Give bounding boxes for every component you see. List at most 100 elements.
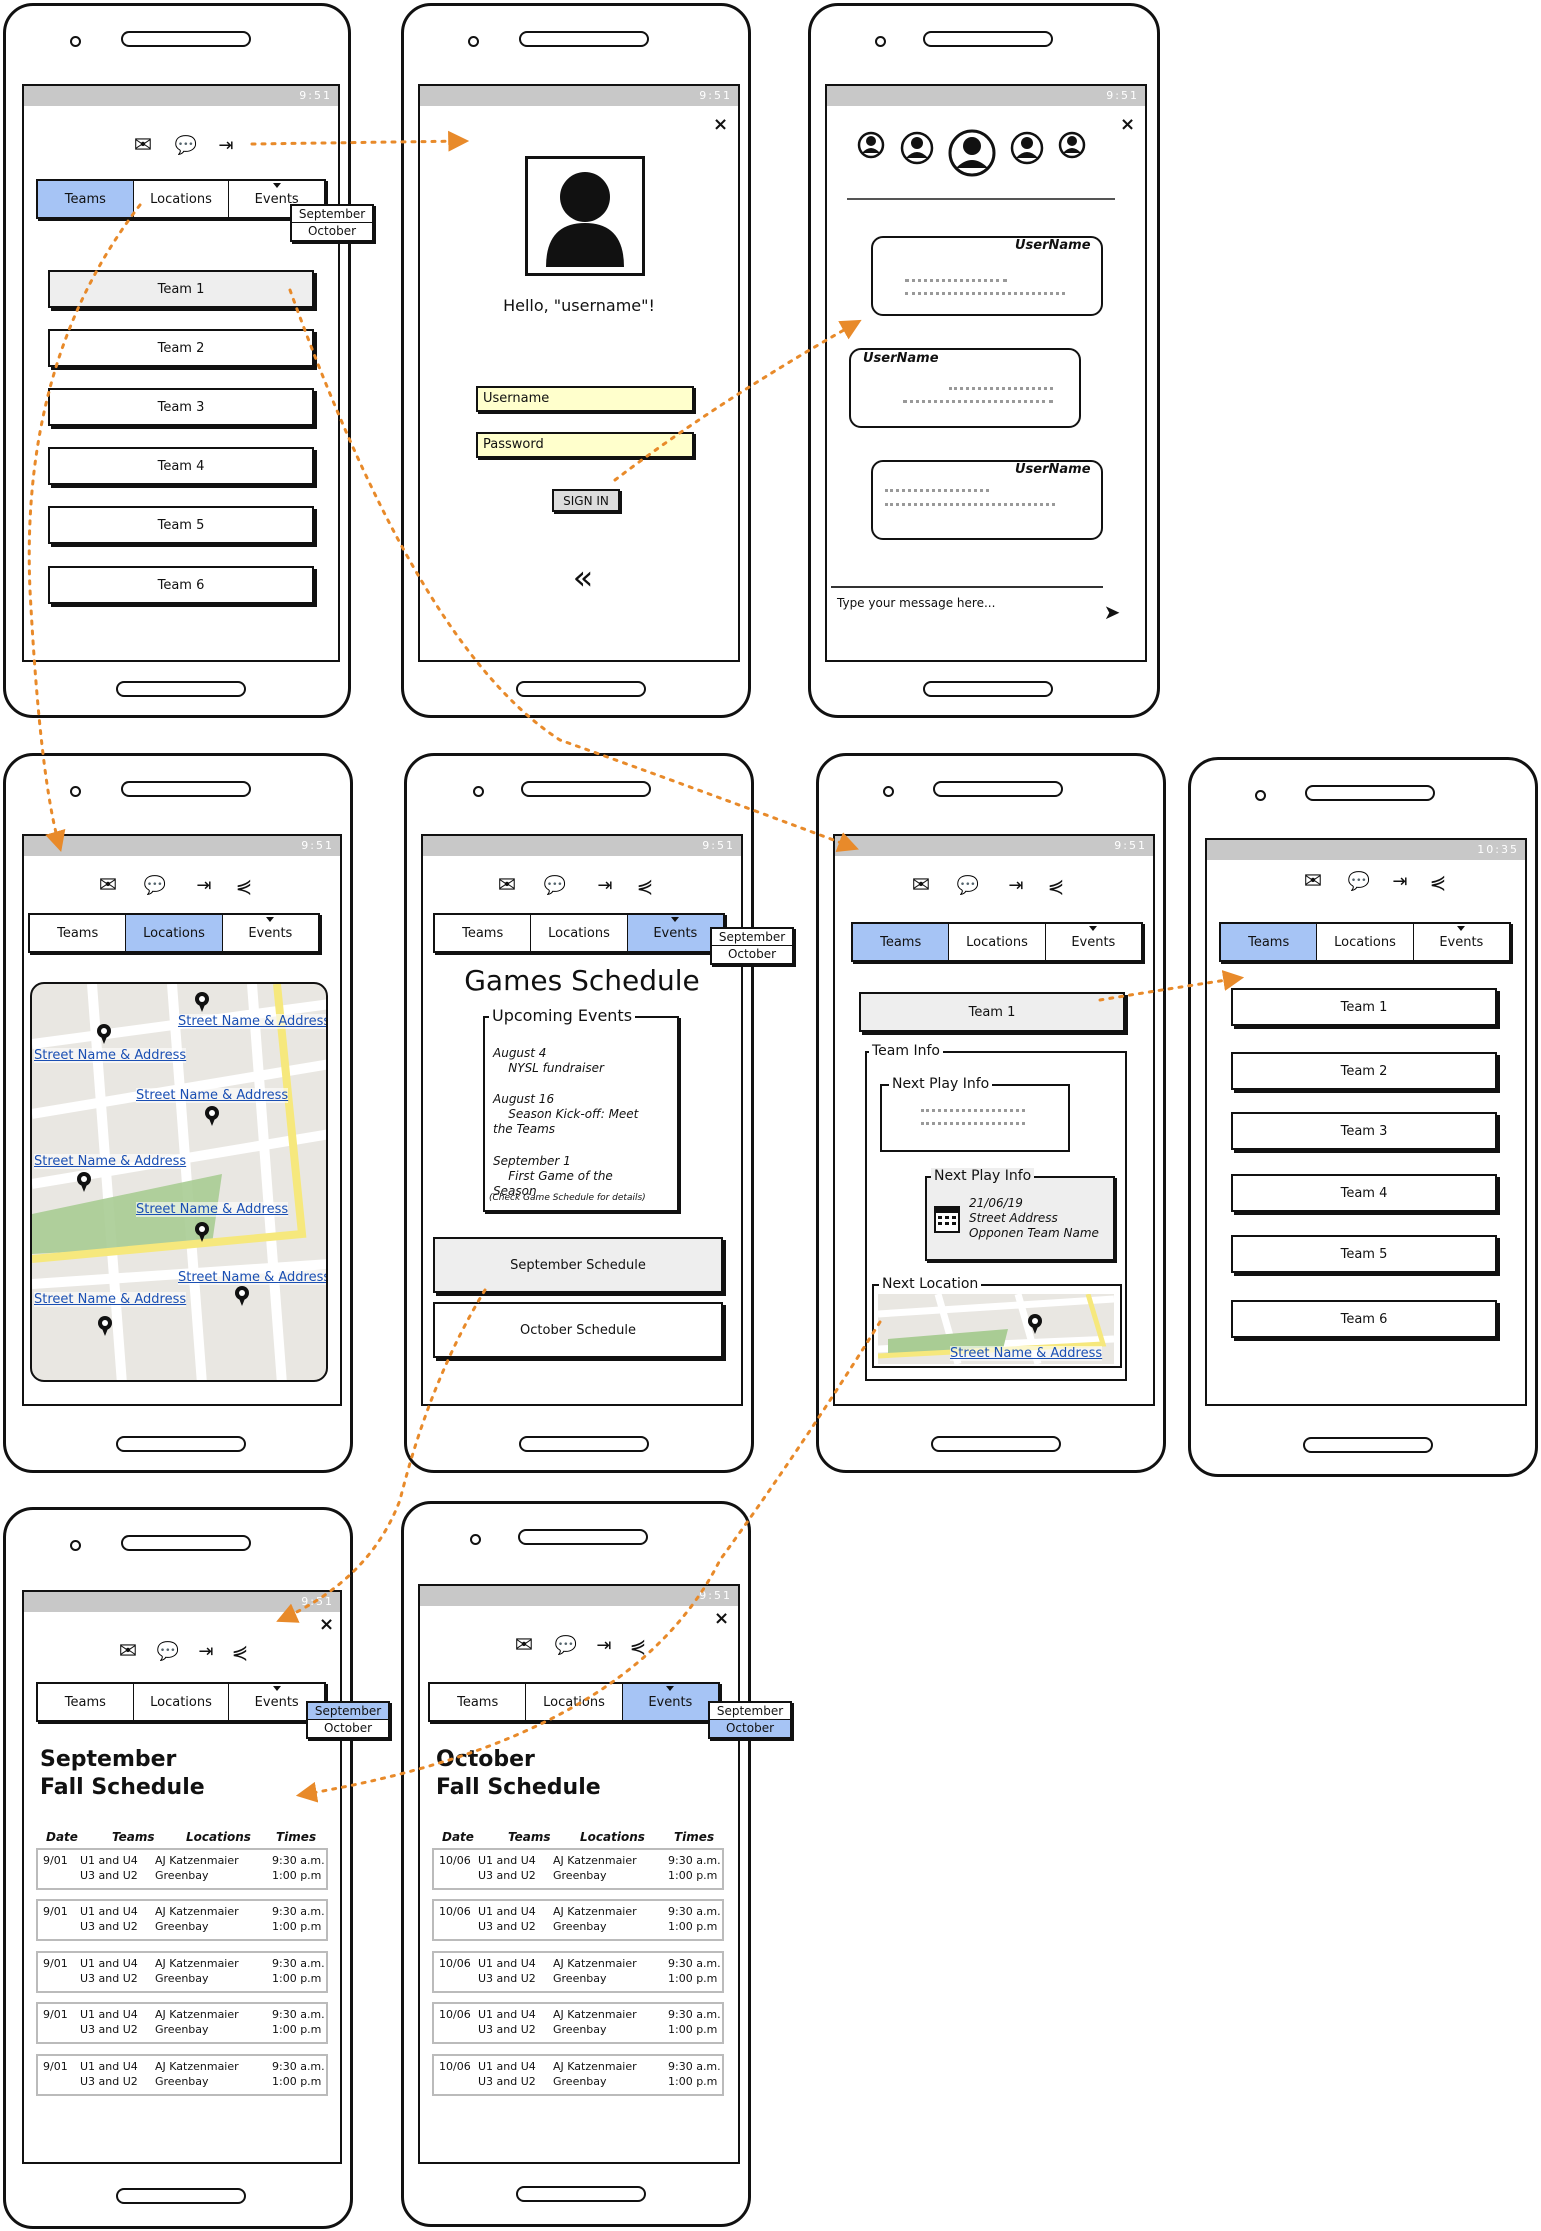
tab-events[interactable]: Events — [627, 915, 723, 951]
chat-icon[interactable]: 💬 — [554, 1634, 578, 1658]
address-link[interactable]: Street Name & Address — [178, 1270, 326, 1285]
mail-icon[interactable]: ✉ — [1301, 870, 1325, 894]
tab-locations[interactable]: Locations — [133, 181, 230, 217]
team-button-3[interactable]: Team 3 — [1231, 1112, 1497, 1150]
tab-teams[interactable]: Teams — [38, 181, 134, 217]
map[interactable]: Street Name & Address Street Name & Addr… — [30, 982, 328, 1382]
mail-icon[interactable]: ✉ — [96, 874, 120, 898]
team-button-2[interactable]: Team 2 — [1231, 1052, 1497, 1090]
address-link[interactable]: Street Name & Address — [34, 1292, 187, 1307]
team-button-2[interactable]: Team 2 — [48, 329, 314, 367]
address-link[interactable]: Street Name & Address — [34, 1154, 187, 1169]
map-pin-icon[interactable] — [1028, 1314, 1042, 1334]
sign-in-icon[interactable]: ⇥ — [1388, 870, 1412, 894]
send-icon[interactable]: ➤ — [1099, 600, 1125, 624]
tab-events[interactable]: Events — [1413, 924, 1509, 960]
tab-locations[interactable]: Locations — [126, 915, 223, 951]
september-schedule-button[interactable]: September Schedule — [433, 1237, 723, 1293]
chat-icon[interactable]: 💬 — [174, 134, 198, 158]
address-link[interactable]: Street Name & Address — [950, 1346, 1103, 1361]
dropdown-item-september[interactable]: September — [292, 206, 372, 223]
address-link[interactable]: Street Name & Address — [136, 1202, 289, 1217]
tab-teams[interactable]: Teams — [430, 1684, 527, 1720]
username-field[interactable]: Username — [476, 386, 694, 412]
tab-teams[interactable]: Teams — [38, 1684, 134, 1720]
sign-in-icon[interactable]: ⇥ — [194, 1640, 218, 1664]
share-icon[interactable]: ⋞ — [633, 874, 657, 898]
team-button-1[interactable]: Team 1 — [1231, 988, 1497, 1026]
dropdown-item-october[interactable]: October — [292, 223, 372, 240]
cell-teams: U1 and U4 U3 and U2 — [80, 2008, 138, 2036]
address-link[interactable]: Street Name & Address — [178, 1014, 326, 1029]
tab-teams[interactable]: Teams — [853, 924, 950, 960]
password-field[interactable]: Password — [476, 432, 694, 458]
address-link[interactable]: Street Name & Address — [34, 1048, 187, 1063]
sign-in-icon[interactable]: ⇥ — [192, 874, 216, 898]
chat-icon[interactable]: 💬 — [956, 874, 980, 898]
dropdown-item-september[interactable]: September — [308, 1703, 388, 1720]
team-button-3[interactable]: Team 3 — [48, 388, 314, 426]
mail-icon[interactable]: ✉ — [116, 1640, 140, 1664]
tab-events[interactable]: Events — [222, 915, 318, 951]
team-button-1[interactable]: Team 1 — [48, 270, 314, 308]
mail-icon[interactable]: ✉ — [909, 874, 933, 898]
sign-in-icon[interactable]: ⇥ — [214, 134, 238, 158]
tab-locations[interactable]: Locations — [531, 915, 628, 951]
share-icon[interactable]: ⋞ — [232, 874, 256, 898]
share-icon[interactable]: ⋞ — [228, 1640, 252, 1664]
map-pin-icon[interactable] — [195, 992, 209, 1012]
dropdown-item-october[interactable]: October — [308, 1720, 388, 1737]
chat-icon[interactable]: 💬 — [1347, 870, 1371, 894]
close-icon[interactable]: × — [714, 1608, 729, 1629]
cell-teams: U1 and U4 U3 and U2 — [478, 1905, 536, 1933]
dropdown-item-september[interactable]: September — [710, 1703, 790, 1720]
dropdown-item-september[interactable]: September — [712, 929, 792, 946]
map-pin-icon[interactable] — [235, 1286, 249, 1306]
team-button-5[interactable]: Team 5 — [1231, 1235, 1497, 1273]
mail-icon[interactable]: ✉ — [495, 874, 519, 898]
sign-in-icon[interactable]: ⇥ — [1004, 874, 1028, 898]
close-icon[interactable]: × — [713, 114, 728, 135]
tab-teams[interactable]: Teams — [30, 915, 127, 951]
screen-locations: 9:51 ✉ 💬 ⇥ ⋞ Teams Locations Events Stre… — [22, 834, 342, 1406]
close-icon[interactable]: × — [1120, 114, 1135, 135]
map-pin-icon[interactable] — [98, 1316, 112, 1336]
team-button-6[interactable]: Team 6 — [48, 566, 314, 604]
tab-locations[interactable]: Locations — [949, 924, 1046, 960]
chat-icon[interactable]: 💬 — [143, 874, 167, 898]
sign-in-button[interactable]: SIGN IN — [552, 489, 620, 512]
message-input[interactable]: Type your message here... — [837, 596, 995, 610]
address-link[interactable]: Street Name & Address — [136, 1088, 289, 1103]
mail-icon[interactable]: ✉ — [512, 1634, 536, 1658]
chat-icon[interactable]: 💬 — [156, 1640, 180, 1664]
map-pin-icon[interactable] — [195, 1222, 209, 1242]
tab-teams[interactable]: Teams — [1221, 924, 1318, 960]
tab-locations[interactable]: Locations — [133, 1684, 230, 1720]
share-icon[interactable]: ⋞ — [1044, 874, 1068, 898]
team-button-4[interactable]: Team 4 — [48, 447, 314, 485]
october-schedule-button[interactable]: October Schedule — [433, 1302, 723, 1358]
share-icon[interactable]: ⋞ — [626, 1634, 650, 1658]
sign-in-icon[interactable]: ⇥ — [593, 874, 617, 898]
tab-locations[interactable]: Locations — [526, 1684, 623, 1720]
tab-events[interactable]: Events — [1045, 924, 1141, 960]
sign-in-icon[interactable]: ⇥ — [592, 1634, 616, 1658]
tab-locations[interactable]: Locations — [1317, 924, 1414, 960]
team-button-selected[interactable]: Team 1 — [859, 992, 1125, 1032]
dropdown-item-october[interactable]: October — [712, 946, 792, 963]
share-icon[interactable]: ⋞ — [1426, 870, 1450, 894]
tab-teams[interactable]: Teams — [435, 915, 532, 951]
dropdown-item-october[interactable]: October — [710, 1720, 790, 1737]
map-pin-icon[interactable] — [77, 1172, 91, 1192]
map-pin-icon[interactable] — [97, 1024, 111, 1044]
team-button-5[interactable]: Team 5 — [48, 506, 314, 544]
double-chevron-left-icon[interactable]: « — [563, 561, 603, 595]
close-icon[interactable]: × — [319, 1614, 334, 1635]
chat-icon[interactable]: 💬 — [543, 874, 567, 898]
team-button-4[interactable]: Team 4 — [1231, 1174, 1497, 1212]
tab-events[interactable]: Events — [622, 1684, 718, 1720]
mail-icon[interactable]: ✉ — [131, 134, 155, 158]
map-pin-icon[interactable] — [205, 1106, 219, 1126]
team-button-6[interactable]: Team 6 — [1231, 1300, 1497, 1338]
mini-map[interactable]: Street Name & Address — [878, 1294, 1114, 1364]
